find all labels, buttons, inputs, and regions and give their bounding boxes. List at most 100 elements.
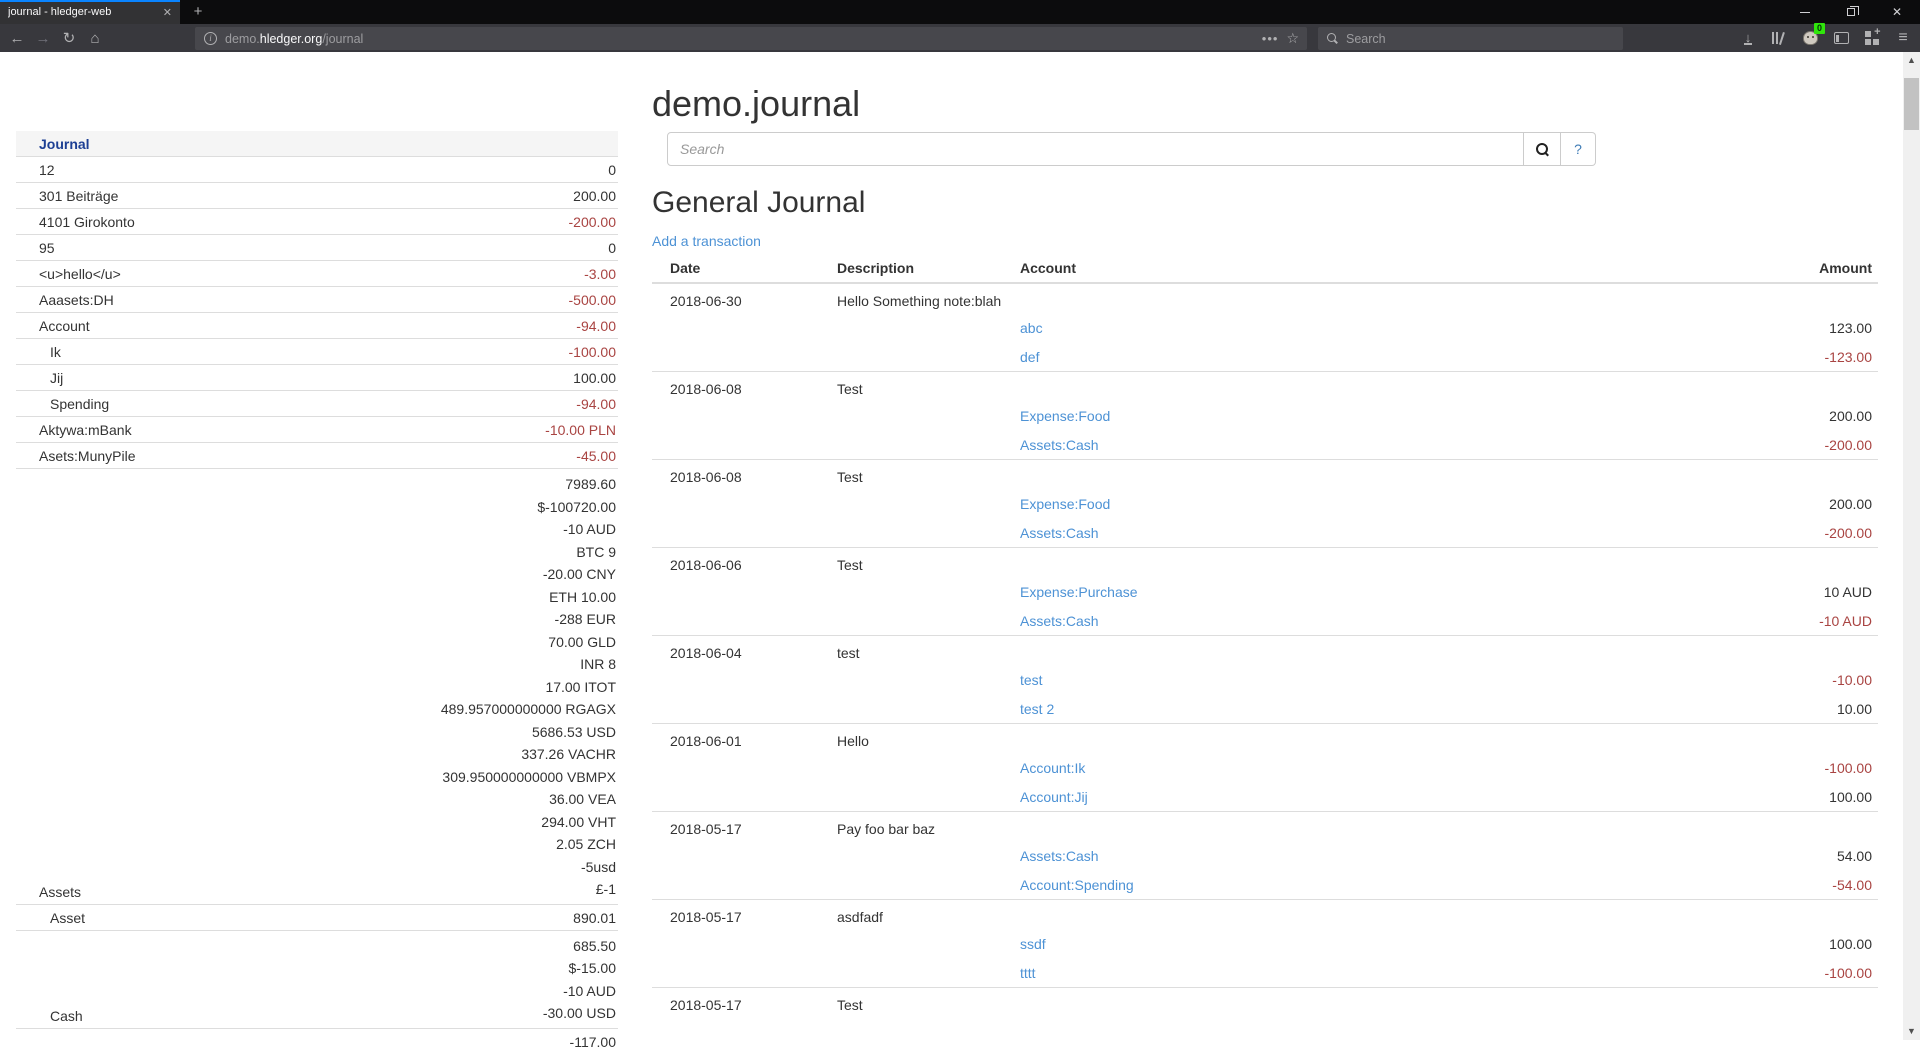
posting-account-link[interactable]: def — [1020, 349, 1039, 365]
sidebar-account-row: Cash685.50$-15.00-10 AUD-30.00 USD — [16, 930, 618, 1028]
posting-row: Account:Spending-54.00 — [652, 870, 1878, 900]
page-scrollbar[interactable]: ▲ ▼ — [1903, 52, 1920, 1040]
add-transaction-link[interactable]: Add a transaction — [652, 233, 761, 249]
site-info-icon[interactable]: i — [204, 32, 217, 45]
transaction-description: Test — [819, 988, 1878, 1018]
menu-button[interactable]: ≡ — [1894, 29, 1912, 47]
bookmark-star-icon[interactable]: ☆ — [1286, 30, 1299, 47]
sidebar-amount: -10 AUD — [261, 518, 616, 541]
posting-amount: 200.00 — [1502, 401, 1878, 430]
sidebar-toggle-button[interactable] — [1832, 29, 1850, 47]
page-actions-icon[interactable]: ••• — [1262, 31, 1279, 46]
posting-account-link[interactable]: abc — [1020, 320, 1043, 336]
sidebar-account-link[interactable]: Cash — [18, 1008, 83, 1024]
posting-account-link[interactable]: Account:Ik — [1020, 760, 1085, 776]
search-input[interactable] — [667, 132, 1524, 166]
transaction-title-row: 2018-06-30Hello Something note:blah — [652, 283, 1878, 313]
posting-account-link[interactable]: Assets:Cash — [1020, 613, 1099, 629]
search-button[interactable] — [1524, 132, 1561, 166]
sidebar-account-link[interactable]: 12 — [18, 162, 55, 178]
scrollbar-down-arrow[interactable]: ▼ — [1903, 1023, 1920, 1040]
tab-close-icon[interactable]: ✕ — [163, 6, 172, 19]
home-button[interactable]: ⌂ — [82, 30, 108, 47]
posting-account-link[interactable]: ssdf — [1020, 936, 1046, 952]
transaction-description: Test — [819, 548, 1878, 578]
posting-account-link[interactable]: Assets:Cash — [1020, 437, 1099, 453]
reload-button[interactable]: ↻ — [56, 29, 82, 47]
posting-account-link[interactable]: Expense:Food — [1020, 408, 1110, 424]
transaction-description: Hello — [819, 724, 1878, 754]
new-tab-button[interactable]: + — [186, 0, 210, 24]
toolbar-search-field[interactable]: Search — [1318, 27, 1623, 50]
sidebar-amount: -200.00 — [261, 213, 616, 231]
browser-tab[interactable]: journal - hledger-web ✕ — [0, 0, 180, 24]
sidebar-amount: -3.00 — [261, 265, 616, 283]
forward-button[interactable]: → — [30, 30, 56, 47]
sidebar-account-link[interactable]: Jij — [18, 370, 63, 386]
column-header-date: Date — [652, 256, 819, 283]
transaction-title-row: 2018-05-17asdfadf — [652, 900, 1878, 930]
posting-account-link[interactable]: Account:Spending — [1020, 877, 1134, 893]
extension-button[interactable]: 0 — [1801, 29, 1819, 47]
posting-account-link[interactable]: Account:Jij — [1020, 789, 1088, 805]
help-button[interactable]: ? — [1561, 132, 1596, 166]
sidebar-account-link[interactable]: Assets — [18, 884, 81, 900]
restore-button[interactable] — [1828, 0, 1874, 24]
transaction: 2018-06-06TestExpense:Purchase10 AUDAsse… — [652, 548, 1878, 636]
sidebar-account-link[interactable]: Spending — [18, 396, 109, 412]
column-header-description: Description — [819, 256, 1002, 283]
close-button[interactable]: ✕ — [1874, 0, 1920, 24]
transaction-title-row: 2018-05-17Pay foo bar baz — [652, 812, 1878, 842]
transaction: 2018-06-08TestExpense:Food200.00Assets:C… — [652, 460, 1878, 548]
posting-amount: -10.00 — [1502, 665, 1878, 694]
posting-row: test 210.00 — [652, 694, 1878, 724]
posting-amount: -200.00 — [1502, 430, 1878, 460]
sidebar: Journal 120301 Beiträge200.004101 Giroko… — [16, 131, 618, 1054]
sidebar-account-link[interactable]: Ik — [18, 344, 61, 360]
sidebar-amount: 309.950000000000 VBMPX — [261, 766, 616, 789]
sidebar-account-link[interactable]: Asset — [18, 910, 85, 926]
sidebar-amount: -94.00 — [261, 395, 616, 413]
posting-account-link[interactable]: test — [1020, 672, 1043, 688]
sidebar-amount: 337.26 VACHR — [261, 743, 616, 766]
sidebar-account-link[interactable]: 301 Beiträge — [18, 188, 118, 204]
transaction: 2018-05-17Test — [652, 988, 1878, 1018]
posting-account-link[interactable]: Assets:Cash — [1020, 848, 1099, 864]
transaction-date: 2018-06-01 — [652, 724, 819, 754]
posting-account-link[interactable]: Expense:Food — [1020, 496, 1110, 512]
posting-amount: 100.00 — [1502, 929, 1878, 958]
downloads-button[interactable]: ↓ — [1739, 29, 1757, 47]
sidebar-journal-link[interactable]: Journal — [18, 136, 90, 152]
posting-row: tttt-100.00 — [652, 958, 1878, 988]
posting-row: Assets:Cash -10 AUD — [652, 606, 1878, 636]
scrollbar-thumb[interactable] — [1904, 78, 1919, 130]
url-bar[interactable]: i demo.hledger.org/journal ••• ☆ — [195, 27, 1307, 50]
posting-account-link[interactable]: test 2 — [1020, 701, 1054, 717]
library-button[interactable] — [1770, 29, 1788, 47]
sidebar-account-link[interactable]: Asets:MunyPile — [18, 448, 135, 464]
sidebar-account-link[interactable]: 95 — [18, 240, 55, 256]
sidebar-account-row: Asset890.01 — [16, 904, 618, 930]
posting-account-link[interactable]: tttt — [1020, 965, 1036, 981]
scrollbar-up-arrow[interactable]: ▲ — [1903, 52, 1920, 69]
sidebar-account-link[interactable]: <u>hello</u> — [18, 266, 121, 282]
posting-amount: -123.00 — [1502, 342, 1878, 372]
posting-row: Account:Jij100.00 — [652, 782, 1878, 812]
sidebar-amount: INR 8 — [261, 653, 616, 676]
minimize-button[interactable] — [1782, 0, 1828, 24]
restore-icon — [1847, 8, 1855, 16]
posting-account-link[interactable]: Expense:Purchase — [1020, 584, 1138, 600]
sidebar-amount: 36.00 VEA — [261, 788, 616, 811]
sidebar-account-link[interactable]: Aaasets:DH — [18, 292, 114, 308]
posting-row: Expense:Food 200.00 — [652, 401, 1878, 430]
posting-row: def -123.00 — [652, 342, 1878, 372]
back-button[interactable]: ← — [4, 30, 30, 47]
sidebar-account-link[interactable]: Aktywa:mBank — [18, 422, 132, 438]
sidebar-account-link[interactable]: 4101 Girokonto — [18, 214, 135, 230]
transaction-title-row: 2018-05-17Test — [652, 988, 1878, 1018]
posting-account-link[interactable]: Assets:Cash — [1020, 525, 1099, 541]
containers-button[interactable] — [1863, 29, 1881, 47]
sidebar-account-row: Ik-100.00 — [16, 339, 618, 365]
posting-amount: -10 AUD — [1502, 606, 1878, 636]
sidebar-account-link[interactable]: Account — [18, 318, 90, 334]
